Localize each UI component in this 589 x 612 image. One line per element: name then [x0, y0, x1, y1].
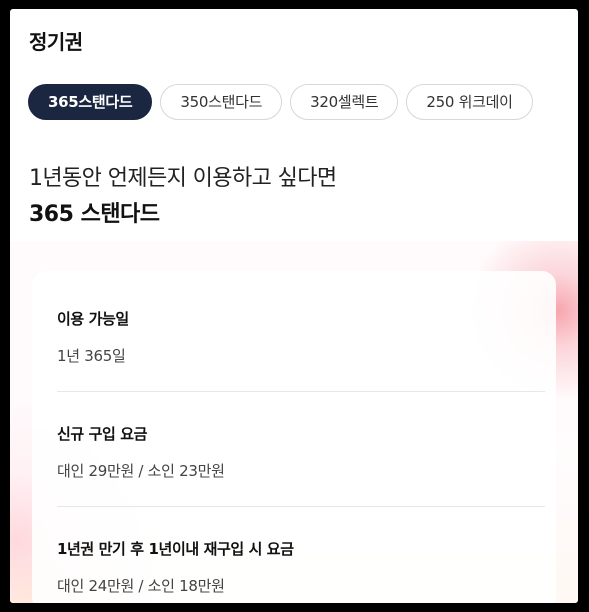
detail-label: 1년권 만기 후 1년이내 재구입 시 요금: [57, 540, 294, 558]
detail-row-available-days: 이용 가능일 1년 365일: [57, 308, 545, 366]
detail-row-new-purchase-price: 신규 구입 요금 대인 29만원 / 소인 23만원: [57, 423, 545, 481]
hero-subtitle: 1년동안 언제든지 이용하고 싶다면: [29, 166, 337, 191]
detail-value: 대인 29만원 / 소인 23만원: [57, 462, 225, 480]
tab-350-standard[interactable]: 350스탠다드: [160, 84, 283, 120]
tab-320-select[interactable]: 320셀렉트: [290, 84, 399, 120]
detail-row-renewal-price: 1년권 만기 후 1년이내 재구입 시 요금 대인 24만원 / 소인 18만원: [57, 538, 545, 596]
divider: [57, 506, 545, 507]
pass-type-tabs: 365스탠다드 350스탠다드 320셀렉트 250 위크데이: [28, 84, 541, 120]
hero-title: 365 스탠다드: [29, 202, 160, 227]
app-window: 정기권 365스탠다드 350스탠다드 320셀렉트 250 위크데이 1년동안 언제…: [10, 9, 578, 603]
detail-label: 신규 구입 요금: [57, 425, 148, 443]
page-title: 정기권: [29, 30, 83, 54]
detail-value: 대인 24만원 / 소인 18만원: [57, 577, 225, 595]
pass-detail-card: 이용 가능일 1년 365일 신규 구입 요금 대인 29만원 / 소인 23만…: [32, 271, 556, 603]
tab-365-standard[interactable]: 365스탠다드: [28, 84, 153, 120]
divider: [57, 391, 545, 392]
detail-value: 1년 365일: [57, 347, 126, 365]
detail-label: 이용 가능일: [57, 310, 129, 328]
tab-250-weekday[interactable]: 250 위크데이: [406, 84, 533, 120]
